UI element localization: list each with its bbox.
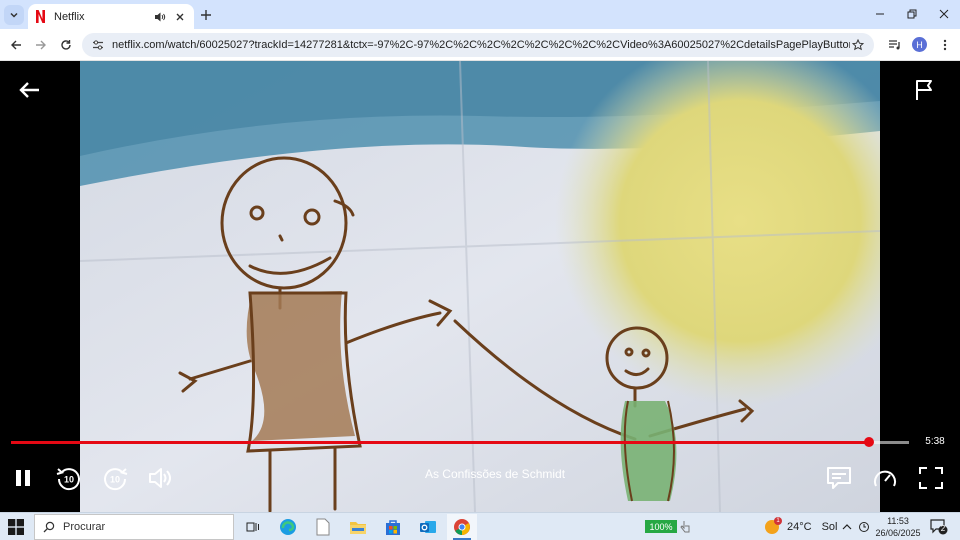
plus-icon [201, 10, 211, 20]
chrome-icon [454, 519, 470, 535]
media-control-button[interactable] [885, 35, 905, 55]
player-back-button[interactable] [16, 77, 42, 103]
report-problem-button[interactable] [912, 77, 938, 103]
outlook-icon[interactable] [418, 517, 438, 537]
browser-toolbar: netflix.com/watch/60025027?trackId=14277… [0, 29, 960, 61]
forward-10-icon: 10 [104, 468, 128, 491]
minimize-icon [876, 13, 884, 15]
progress-bar[interactable] [11, 437, 909, 447]
reload-button[interactable] [56, 35, 76, 55]
netflix-logo-icon [34, 10, 46, 24]
edge-browser-icon[interactable] [278, 517, 298, 537]
window-restore-button[interactable] [896, 0, 928, 28]
sun-icon: 1 [765, 517, 782, 534]
volume-high-icon [149, 468, 171, 488]
video-player[interactable]: 5:38 10 10 As Confissões de Schmidt [0, 61, 960, 512]
chevron-down-icon [10, 12, 18, 18]
weather-widget[interactable]: 1 24°C Sol [765, 517, 838, 534]
flag-icon [916, 80, 932, 100]
tab-audio-icon[interactable] [152, 9, 168, 25]
arrow-right-icon [36, 40, 46, 50]
battery-indicator[interactable]: 100% [645, 520, 677, 533]
clock-time: 11:53 [887, 516, 909, 526]
skip-forward-label: 10 [110, 475, 120, 485]
speedometer-icon [874, 470, 896, 487]
fullscreen-button[interactable] [916, 463, 946, 493]
skip-back-10-button[interactable]: 10 [54, 463, 84, 493]
windows-start-icon[interactable] [8, 519, 24, 535]
tab-title: Netflix [54, 10, 85, 23]
address-bar[interactable]: netflix.com/watch/60025027?trackId=14277… [82, 33, 874, 57]
more-vertical-icon [943, 39, 947, 51]
arrow-left-icon [19, 82, 39, 98]
rewind-10-icon: 10 [56, 468, 80, 491]
time-remaining: 5:38 [925, 436, 945, 447]
chevron-up-icon [842, 524, 852, 530]
clock-date: 26/06/2025 [875, 528, 921, 538]
taskbar-search-box[interactable]: Procurar [34, 514, 234, 540]
notification-center-button[interactable]: 2 [930, 519, 948, 535]
browser-tabstrip: Netflix [0, 0, 960, 29]
media-queue-icon [889, 40, 900, 50]
chrome-taskbar-icon[interactable] [447, 514, 477, 540]
fullscreen-icon [919, 467, 943, 489]
subtitles-icon [827, 467, 851, 489]
show-hidden-icons-button[interactable] [840, 517, 854, 537]
window-minimize-button[interactable] [864, 0, 896, 28]
playback-speed-button[interactable] [870, 463, 900, 493]
browser-menu-button[interactable] [935, 35, 955, 55]
browser-tab-netflix[interactable]: Netflix [28, 4, 194, 29]
skip-back-label: 10 [64, 475, 74, 485]
subtitles-audio-button[interactable] [824, 463, 854, 493]
bookmark-star-icon[interactable] [850, 37, 866, 53]
taskbar-clock[interactable]: 11:53 26/06/2025 [874, 515, 922, 539]
arrow-left-icon [11, 40, 21, 50]
system-tray-network-icon[interactable] [856, 517, 872, 537]
skip-forward-10-button[interactable]: 10 [100, 463, 130, 493]
tab-search-dropdown-button[interactable] [4, 5, 24, 25]
episode-title: As Confissões de Schmidt [424, 467, 566, 481]
window-close-button[interactable] [928, 0, 960, 28]
reload-icon [61, 40, 71, 50]
task-view-icon[interactable] [243, 517, 263, 537]
weather-description: Sol [821, 521, 838, 533]
search-icon [43, 521, 55, 533]
profile-avatar[interactable]: H [912, 37, 927, 52]
file-explorer-icon[interactable] [348, 517, 368, 537]
forward-button[interactable] [31, 35, 51, 55]
touch-pointer-icon[interactable] [678, 517, 692, 537]
video-frame-child-drawing [80, 61, 880, 512]
search-placeholder: Procurar [63, 521, 106, 533]
volume-button[interactable] [146, 463, 176, 493]
progress-scrubber-handle[interactable] [863, 437, 874, 447]
restore-icon [907, 9, 917, 19]
notepad-icon[interactable] [313, 517, 333, 537]
weather-temperature: 24°C [787, 521, 812, 533]
url-text: netflix.com/watch/60025027?trackId=14277… [112, 39, 850, 51]
notification-count: 2 [940, 524, 946, 533]
close-icon [939, 9, 949, 19]
tab-close-icon[interactable] [172, 9, 188, 25]
new-tab-button[interactable] [197, 6, 215, 24]
site-info-icon[interactable] [90, 37, 106, 53]
pause-icon [16, 470, 30, 486]
pause-button[interactable] [8, 463, 38, 493]
windows-taskbar: Procurar 100% 1 24°C Sol 11:53 26/06/202… [0, 512, 960, 540]
microsoft-store-icon[interactable] [383, 517, 403, 537]
back-button[interactable] [6, 35, 26, 55]
progress-bar-fill [11, 441, 869, 444]
weather-alert-badge: 1 [774, 517, 782, 525]
